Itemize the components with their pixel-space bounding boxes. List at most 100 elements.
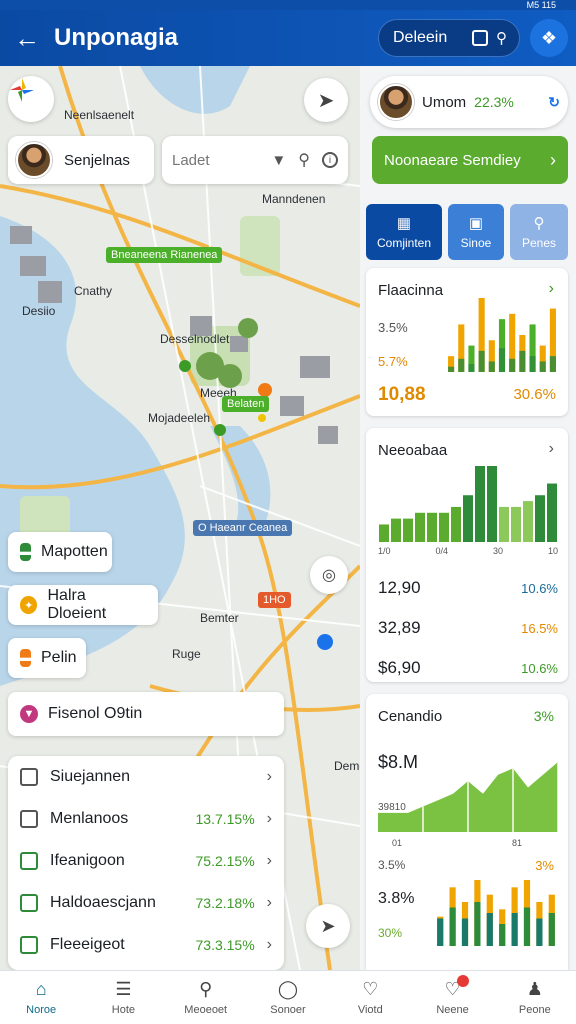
chevron-right-icon: › xyxy=(266,768,272,785)
chart-bar xyxy=(536,918,543,946)
action-label: Comjinten xyxy=(376,236,432,250)
search-icon: ⚲ xyxy=(199,979,213,999)
nav-profile[interactable]: ♟ Peone xyxy=(494,971,576,1024)
results-list: Siuejannen › Menlanoos 13.7.15% › Ifeani… xyxy=(8,756,284,970)
map-tag[interactable]: Bneaneena Rianenea xyxy=(106,247,223,263)
map-label: Cnathy xyxy=(74,284,113,298)
card-row-value: 32,89 xyxy=(378,618,421,637)
home-icon: ⌂ xyxy=(35,979,47,999)
category-chip[interactable]: ▬ Mapotten xyxy=(8,532,112,572)
list-item-label: Haldoaescjann xyxy=(50,894,156,911)
chart-bar xyxy=(379,524,389,542)
action-button[interactable]: ▦ Comjinten xyxy=(366,204,442,260)
area-chart xyxy=(378,762,558,832)
chart-bar xyxy=(486,913,493,946)
action-button[interactable]: ⚲ Penes xyxy=(510,204,568,260)
card-stat: 3.5% xyxy=(378,320,408,335)
locate-icon[interactable]: ◎ xyxy=(310,556,348,594)
header-search-pill[interactable]: Deleein ⚲ xyxy=(378,19,520,57)
chart-bar xyxy=(403,518,413,542)
category-chip[interactable]: ✦ Halra Dloeient xyxy=(8,585,158,625)
share-icon[interactable]: ❖ xyxy=(530,19,568,57)
axis-tick: 0/4 xyxy=(435,546,448,556)
chart-divider xyxy=(557,762,558,832)
card-stat: 5.7% xyxy=(378,354,408,369)
person-icon: ♟ xyxy=(526,979,543,999)
chart-bar xyxy=(463,495,473,542)
map-search-bar[interactable]: ▼ ⚲ i xyxy=(162,136,348,184)
cta-button[interactable]: Noonaeare Semdiey › xyxy=(372,136,568,184)
chart-axis: 01 81 xyxy=(392,838,522,848)
category-icon: ▬ xyxy=(20,649,31,667)
list-icon xyxy=(20,768,38,786)
chevron-right-icon[interactable]: › xyxy=(549,280,554,298)
nav-favorites[interactable]: ♡ Viotd xyxy=(329,971,411,1024)
chart-bar xyxy=(474,902,481,946)
card-rows: 12,90 10.6% 32,89 16.5% $6,90 10.6% xyxy=(378,568,558,688)
back-arrow-icon[interactable]: ← xyxy=(0,10,54,66)
category-chip[interactable]: ▼ Fisenol O9tin xyxy=(8,692,284,736)
chart-bar xyxy=(548,913,555,946)
nav-explore[interactable]: ◯ Sonoer xyxy=(247,971,329,1024)
chart-bar xyxy=(427,512,437,542)
map-tag[interactable]: Belaten xyxy=(222,396,270,412)
list-item[interactable]: Fleeeigeot 73.3.15% › xyxy=(8,924,284,966)
chart-divider xyxy=(422,806,424,832)
refresh-icon[interactable]: ↻ xyxy=(548,94,560,111)
info-icon[interactable]: i xyxy=(322,152,338,168)
metric-card[interactable]: Neeoabaa › 1/0 0/4 30 10 12,90 10.6% 32,… xyxy=(366,428,568,682)
list-item[interactable]: Siuejannen › xyxy=(8,756,284,798)
chart-bar xyxy=(499,924,506,946)
action-button[interactable]: ▣ Sinoe xyxy=(448,204,504,260)
metric-card[interactable]: Flaacinna › 3.5% 5.7% 10,88 30.6% xyxy=(366,268,568,416)
chart-bar xyxy=(391,518,401,542)
bar-chart xyxy=(379,466,557,542)
map-tag[interactable]: 1HO xyxy=(258,592,291,608)
insights-panel: Umom 22.3% ↻ Noonaeare Semdiey › ▦ Comji… xyxy=(360,66,576,970)
list-item-label: Menlanoos xyxy=(50,810,129,827)
avatar xyxy=(16,142,52,178)
logo-icon[interactable] xyxy=(8,76,54,122)
user-chip[interactable]: Senjelnas xyxy=(8,136,154,184)
card-row-pct: 10.6% xyxy=(521,660,558,676)
search-icon[interactable]: ⚲ xyxy=(496,29,507,47)
category-chip[interactable]: ▬ Pelin xyxy=(8,638,86,678)
nav-label: Peone xyxy=(518,1003,551,1016)
bar-chart xyxy=(448,298,556,372)
list-item[interactable]: Haldoaescjann 73.2.18% › xyxy=(8,882,284,924)
profile-score: 22.3% xyxy=(474,94,514,110)
profile-card[interactable]: Umom 22.3% ↻ xyxy=(370,76,568,128)
metric-card[interactable]: Cenandio 3% $8.M 39810 01 81 3.5% 3% 3.8… xyxy=(366,694,568,970)
profile-name: Umom xyxy=(422,93,467,111)
action-label: Sinoe xyxy=(460,236,492,250)
list-item[interactable]: Menlanoos 13.7.15% › xyxy=(8,798,284,840)
chart-bar xyxy=(511,913,518,946)
nav-home[interactable]: ⌂ Noroe xyxy=(0,971,82,1024)
map-search-input[interactable] xyxy=(172,151,260,169)
category-label: Pelin xyxy=(41,649,77,666)
list-icon xyxy=(20,852,38,870)
chart-divider xyxy=(512,768,514,832)
navigate-icon[interactable]: ➤ xyxy=(304,78,348,122)
nav-search[interactable]: ⚲ Meoeoet xyxy=(165,971,247,1024)
card-stat: 3% xyxy=(535,858,554,873)
chart-bar xyxy=(439,512,449,542)
axis-tick: 01 xyxy=(392,838,403,848)
search-icon[interactable]: ⚲ xyxy=(298,150,310,170)
bottom-nav: ⌂ Noroe ☰ Hote ⚲ Meoeoet ◯ Sonoer ♡ Viot… xyxy=(0,970,576,1024)
list-item[interactable]: Ifeanigoon 75.2.15% › xyxy=(8,840,284,882)
chart-bar xyxy=(487,466,497,542)
chevron-right-icon[interactable]: › xyxy=(549,440,554,458)
nav-label: Sonoer xyxy=(270,1003,306,1016)
card-value: 30% xyxy=(378,926,403,940)
filter-icon[interactable]: ▼ xyxy=(271,152,286,169)
map-label: Ruge xyxy=(172,647,201,661)
card-row: 32,89 16.5% xyxy=(378,608,558,648)
nav-notifications[interactable]: ♡ Neene xyxy=(411,971,493,1024)
user-chip-label: Senjelnas xyxy=(64,151,130,169)
nav-notes[interactable]: ☰ Hote xyxy=(82,971,164,1024)
chevron-right-icon: › xyxy=(266,936,272,953)
map-tag[interactable]: O Haeanr Ceanea xyxy=(193,520,293,536)
compass-icon[interactable]: ➤ xyxy=(306,904,350,948)
status-text: M5 115 xyxy=(526,0,556,10)
